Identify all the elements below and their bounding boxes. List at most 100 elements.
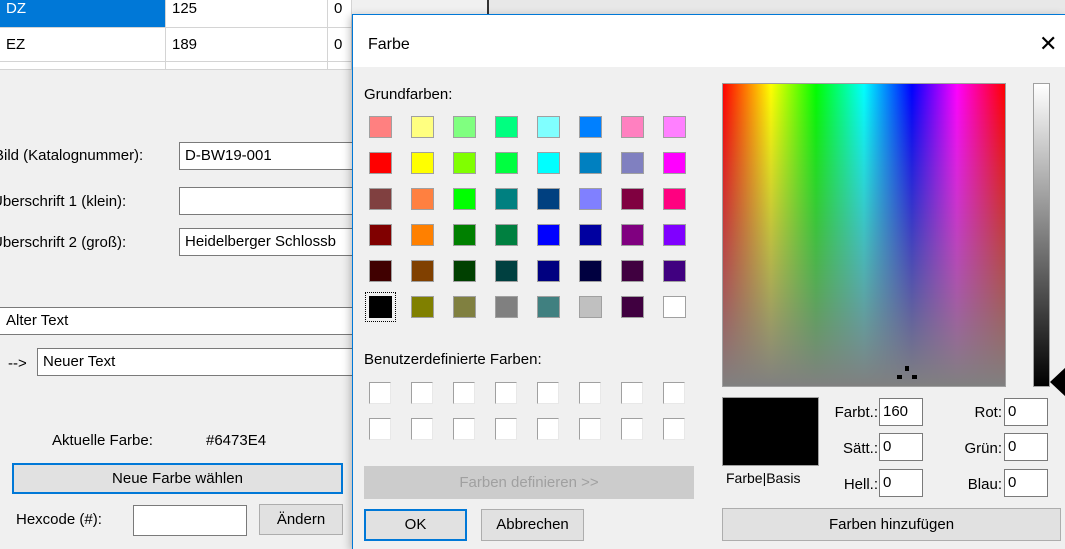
basic-color-swatch[interactable] — [411, 188, 434, 210]
basic-color-swatch[interactable] — [579, 152, 602, 174]
gruen-field[interactable]: 0 — [1004, 433, 1048, 461]
blau-field[interactable]: 0 — [1004, 469, 1048, 497]
custom-color-slot[interactable] — [579, 418, 601, 440]
table-cell-price[interactable]: 125 — [166, 0, 328, 28]
basic-color-swatch[interactable] — [369, 116, 392, 138]
basic-color-swatch[interactable] — [663, 296, 686, 318]
basic-color-swatch[interactable] — [411, 260, 434, 282]
basic-color-swatch[interactable] — [579, 260, 602, 282]
basic-color-swatch[interactable] — [411, 116, 434, 138]
ok-button[interactable]: OK — [364, 509, 467, 541]
custom-color-slot[interactable] — [411, 382, 433, 404]
custom-color-slot[interactable] — [621, 418, 643, 440]
table-cell-code[interactable]: DZ — [0, 0, 166, 28]
basic-color-swatch[interactable] — [453, 116, 476, 138]
basic-color-swatch[interactable] — [579, 296, 602, 318]
hexcode-field[interactable] — [133, 505, 247, 536]
basic-color-swatch[interactable] — [495, 152, 518, 174]
basic-color-swatch[interactable] — [495, 260, 518, 282]
basic-color-swatch[interactable] — [369, 224, 392, 246]
saett-field[interactable]: 0 — [879, 433, 923, 461]
arrow-left-glyph — [1050, 367, 1065, 397]
basic-color-swatch[interactable] — [453, 296, 476, 318]
custom-color-slot[interactable] — [411, 418, 433, 440]
basic-color-swatch[interactable] — [453, 188, 476, 210]
table-cell-price[interactable]: 189 — [166, 28, 328, 62]
custom-color-slot[interactable] — [369, 418, 391, 440]
close-icon[interactable]: ✕ — [1039, 32, 1057, 56]
ueberschrift1-label: Überschrift 1 (klein): — [0, 193, 127, 210]
basic-color-swatch[interactable] — [579, 224, 602, 246]
basic-color-swatch[interactable] — [621, 260, 644, 282]
basic-color-swatch[interactable] — [495, 296, 518, 318]
custom-color-slot[interactable] — [453, 418, 475, 440]
farbt-field[interactable]: 160 — [879, 398, 923, 426]
basic-color-swatch[interactable] — [621, 188, 644, 210]
neuer-text-field[interactable]: Neuer Text — [37, 348, 354, 376]
basic-color-swatch[interactable] — [663, 188, 686, 210]
basic-color-swatch[interactable] — [579, 188, 602, 210]
basic-color-swatch[interactable] — [537, 260, 560, 282]
table-cell-code[interactable]: EZ — [0, 28, 166, 62]
basic-color-swatch[interactable] — [537, 116, 560, 138]
basic-color-swatch[interactable] — [621, 296, 644, 318]
bild-field[interactable]: D-BW19-001 — [179, 142, 354, 170]
neue-farbe-button[interactable]: Neue Farbe wählen — [12, 463, 343, 494]
basic-color-swatch[interactable] — [621, 152, 644, 174]
custom-color-slot[interactable] — [579, 382, 601, 404]
basic-color-swatch[interactable] — [495, 188, 518, 210]
luminance-arrow-icon[interactable] — [1050, 367, 1065, 397]
custom-color-slot[interactable] — [495, 382, 517, 404]
cell-text: DZ — [6, 0, 26, 17]
custom-color-slot[interactable] — [621, 382, 643, 404]
ueberschrift1-field[interactable] — [179, 187, 354, 215]
basic-color-swatch[interactable] — [537, 188, 560, 210]
custom-color-slot[interactable] — [663, 418, 685, 440]
basic-color-swatch[interactable] — [411, 152, 434, 174]
basic-color-swatch[interactable] — [663, 224, 686, 246]
basic-color-swatch[interactable] — [579, 116, 602, 138]
color-spectrum[interactable] — [722, 83, 1006, 387]
hell-field[interactable]: 0 — [879, 469, 923, 497]
basic-color-swatch[interactable] — [453, 152, 476, 174]
aendern-button[interactable]: Ändern — [259, 504, 343, 535]
basic-color-swatch[interactable] — [411, 296, 434, 318]
basic-color-swatch[interactable] — [495, 224, 518, 246]
custom-color-slot[interactable] — [495, 418, 517, 440]
basic-color-swatch[interactable] — [369, 188, 392, 210]
hell-label: Hell.: — [843, 476, 878, 493]
custom-color-slot[interactable] — [369, 382, 391, 404]
basic-color-swatch[interactable] — [495, 116, 518, 138]
basic-color-swatch[interactable] — [663, 152, 686, 174]
table-cell-extra[interactable]: 0 — [328, 28, 352, 62]
crosshair-icon[interactable] — [897, 366, 917, 386]
basic-color-swatch[interactable] — [663, 116, 686, 138]
aktuelle-farbe-label: Aktuelle Farbe: — [52, 432, 153, 449]
cell-text: 0 — [334, 0, 343, 17]
basic-color-swatch[interactable] — [537, 224, 560, 246]
rot-field[interactable]: 0 — [1004, 398, 1048, 426]
basic-color-swatch[interactable] — [621, 116, 644, 138]
custom-color-slot[interactable] — [537, 382, 559, 404]
custom-color-slot[interactable] — [663, 382, 685, 404]
benutzer-label: Benutzerdefinierte Farben: — [364, 351, 542, 368]
custom-color-slot[interactable] — [453, 382, 475, 404]
table-cell-extra[interactable]: 0 — [328, 0, 352, 28]
basic-color-swatch[interactable] — [537, 152, 560, 174]
basic-color-swatch[interactable] — [369, 152, 392, 174]
basic-color-swatch[interactable] — [537, 296, 560, 318]
farben-hinzufuegen-button[interactable]: Farben hinzufügen — [722, 508, 1061, 541]
ueberschrift2-field[interactable]: Heidelberger Schlossb — [179, 228, 354, 256]
custom-color-slot[interactable] — [537, 418, 559, 440]
alter-text-field[interactable]: Alter Text — [0, 307, 354, 335]
dialog-titlebar[interactable] — [353, 15, 1065, 67]
basic-color-swatch[interactable] — [411, 224, 434, 246]
basic-color-swatch[interactable] — [621, 224, 644, 246]
basic-color-swatch[interactable] — [453, 260, 476, 282]
basic-color-swatch[interactable] — [453, 224, 476, 246]
abbrechen-button[interactable]: Abbrechen — [481, 509, 584, 541]
basic-color-swatch[interactable] — [663, 260, 686, 282]
basic-color-swatch[interactable] — [369, 260, 392, 282]
basic-color-swatch[interactable] — [365, 292, 396, 322]
luminance-bar[interactable] — [1033, 83, 1050, 387]
